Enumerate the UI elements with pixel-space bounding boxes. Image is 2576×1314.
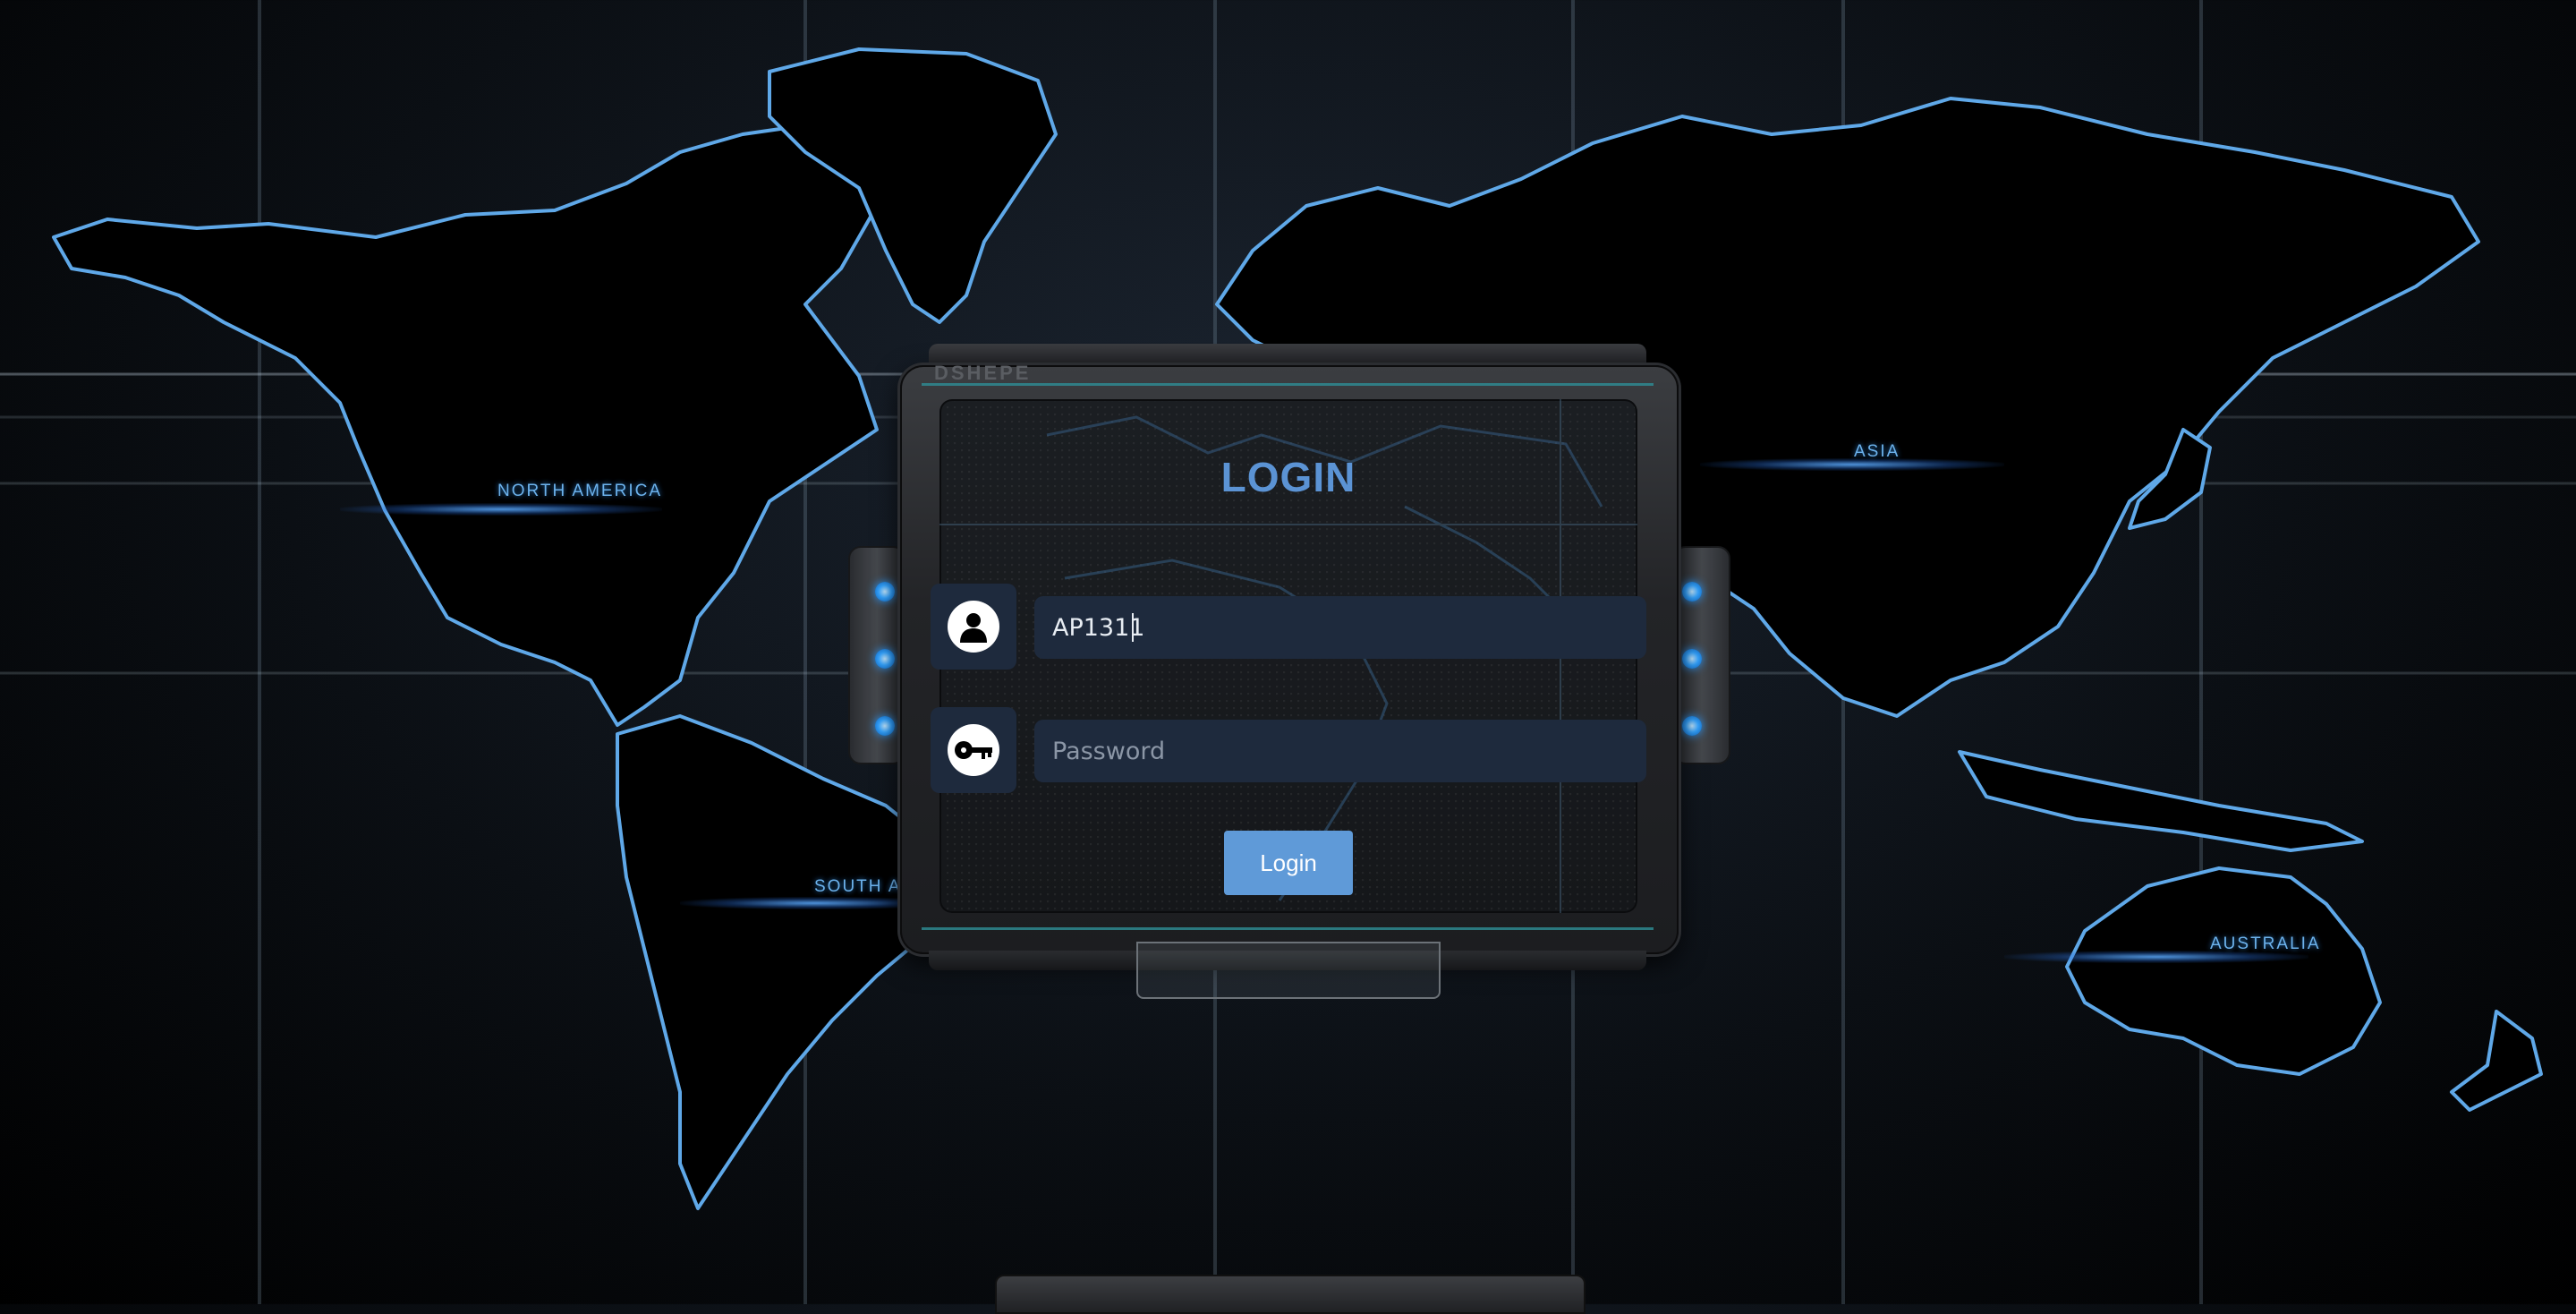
south-america-shape — [616, 714, 950, 1210]
asia-glow — [1700, 458, 2004, 471]
frame-accent-line — [922, 383, 1654, 386]
device-tray — [1136, 942, 1441, 999]
right-bracket — [1673, 546, 1730, 764]
indonesia-shape — [1958, 750, 2364, 852]
led-indicator — [1682, 649, 1702, 669]
led-indicator — [875, 582, 895, 602]
led-indicator — [875, 649, 895, 669]
label-asia: ASIA — [1854, 442, 1900, 461]
new-zealand-shape — [2450, 1010, 2543, 1112]
north-america-glow — [340, 503, 662, 516]
led-indicator — [1682, 582, 1702, 602]
frame-accent-line — [922, 927, 1654, 930]
password-input[interactable] — [1034, 720, 1646, 782]
label-australia: AUSTRALIA — [2210, 934, 2321, 953]
label-north-america: NORTH AMERICA — [497, 482, 663, 500]
password-icon-box — [931, 707, 1016, 793]
led-indicator — [1682, 716, 1702, 736]
username-input[interactable] — [1034, 596, 1646, 659]
user-icon — [948, 601, 999, 653]
key-icon — [948, 724, 999, 776]
text-caret — [1132, 613, 1134, 642]
australia-shape — [2065, 866, 2382, 1076]
north-america-shape — [52, 124, 879, 727]
bottom-bar — [995, 1275, 1586, 1314]
led-indicator — [875, 716, 895, 736]
login-title: LOGIN — [1220, 454, 1356, 500]
device-brand: DSHEPE — [934, 362, 1032, 384]
username-icon-box — [931, 584, 1016, 670]
login-button[interactable]: Login — [1224, 831, 1353, 895]
left-bracket — [848, 546, 905, 764]
